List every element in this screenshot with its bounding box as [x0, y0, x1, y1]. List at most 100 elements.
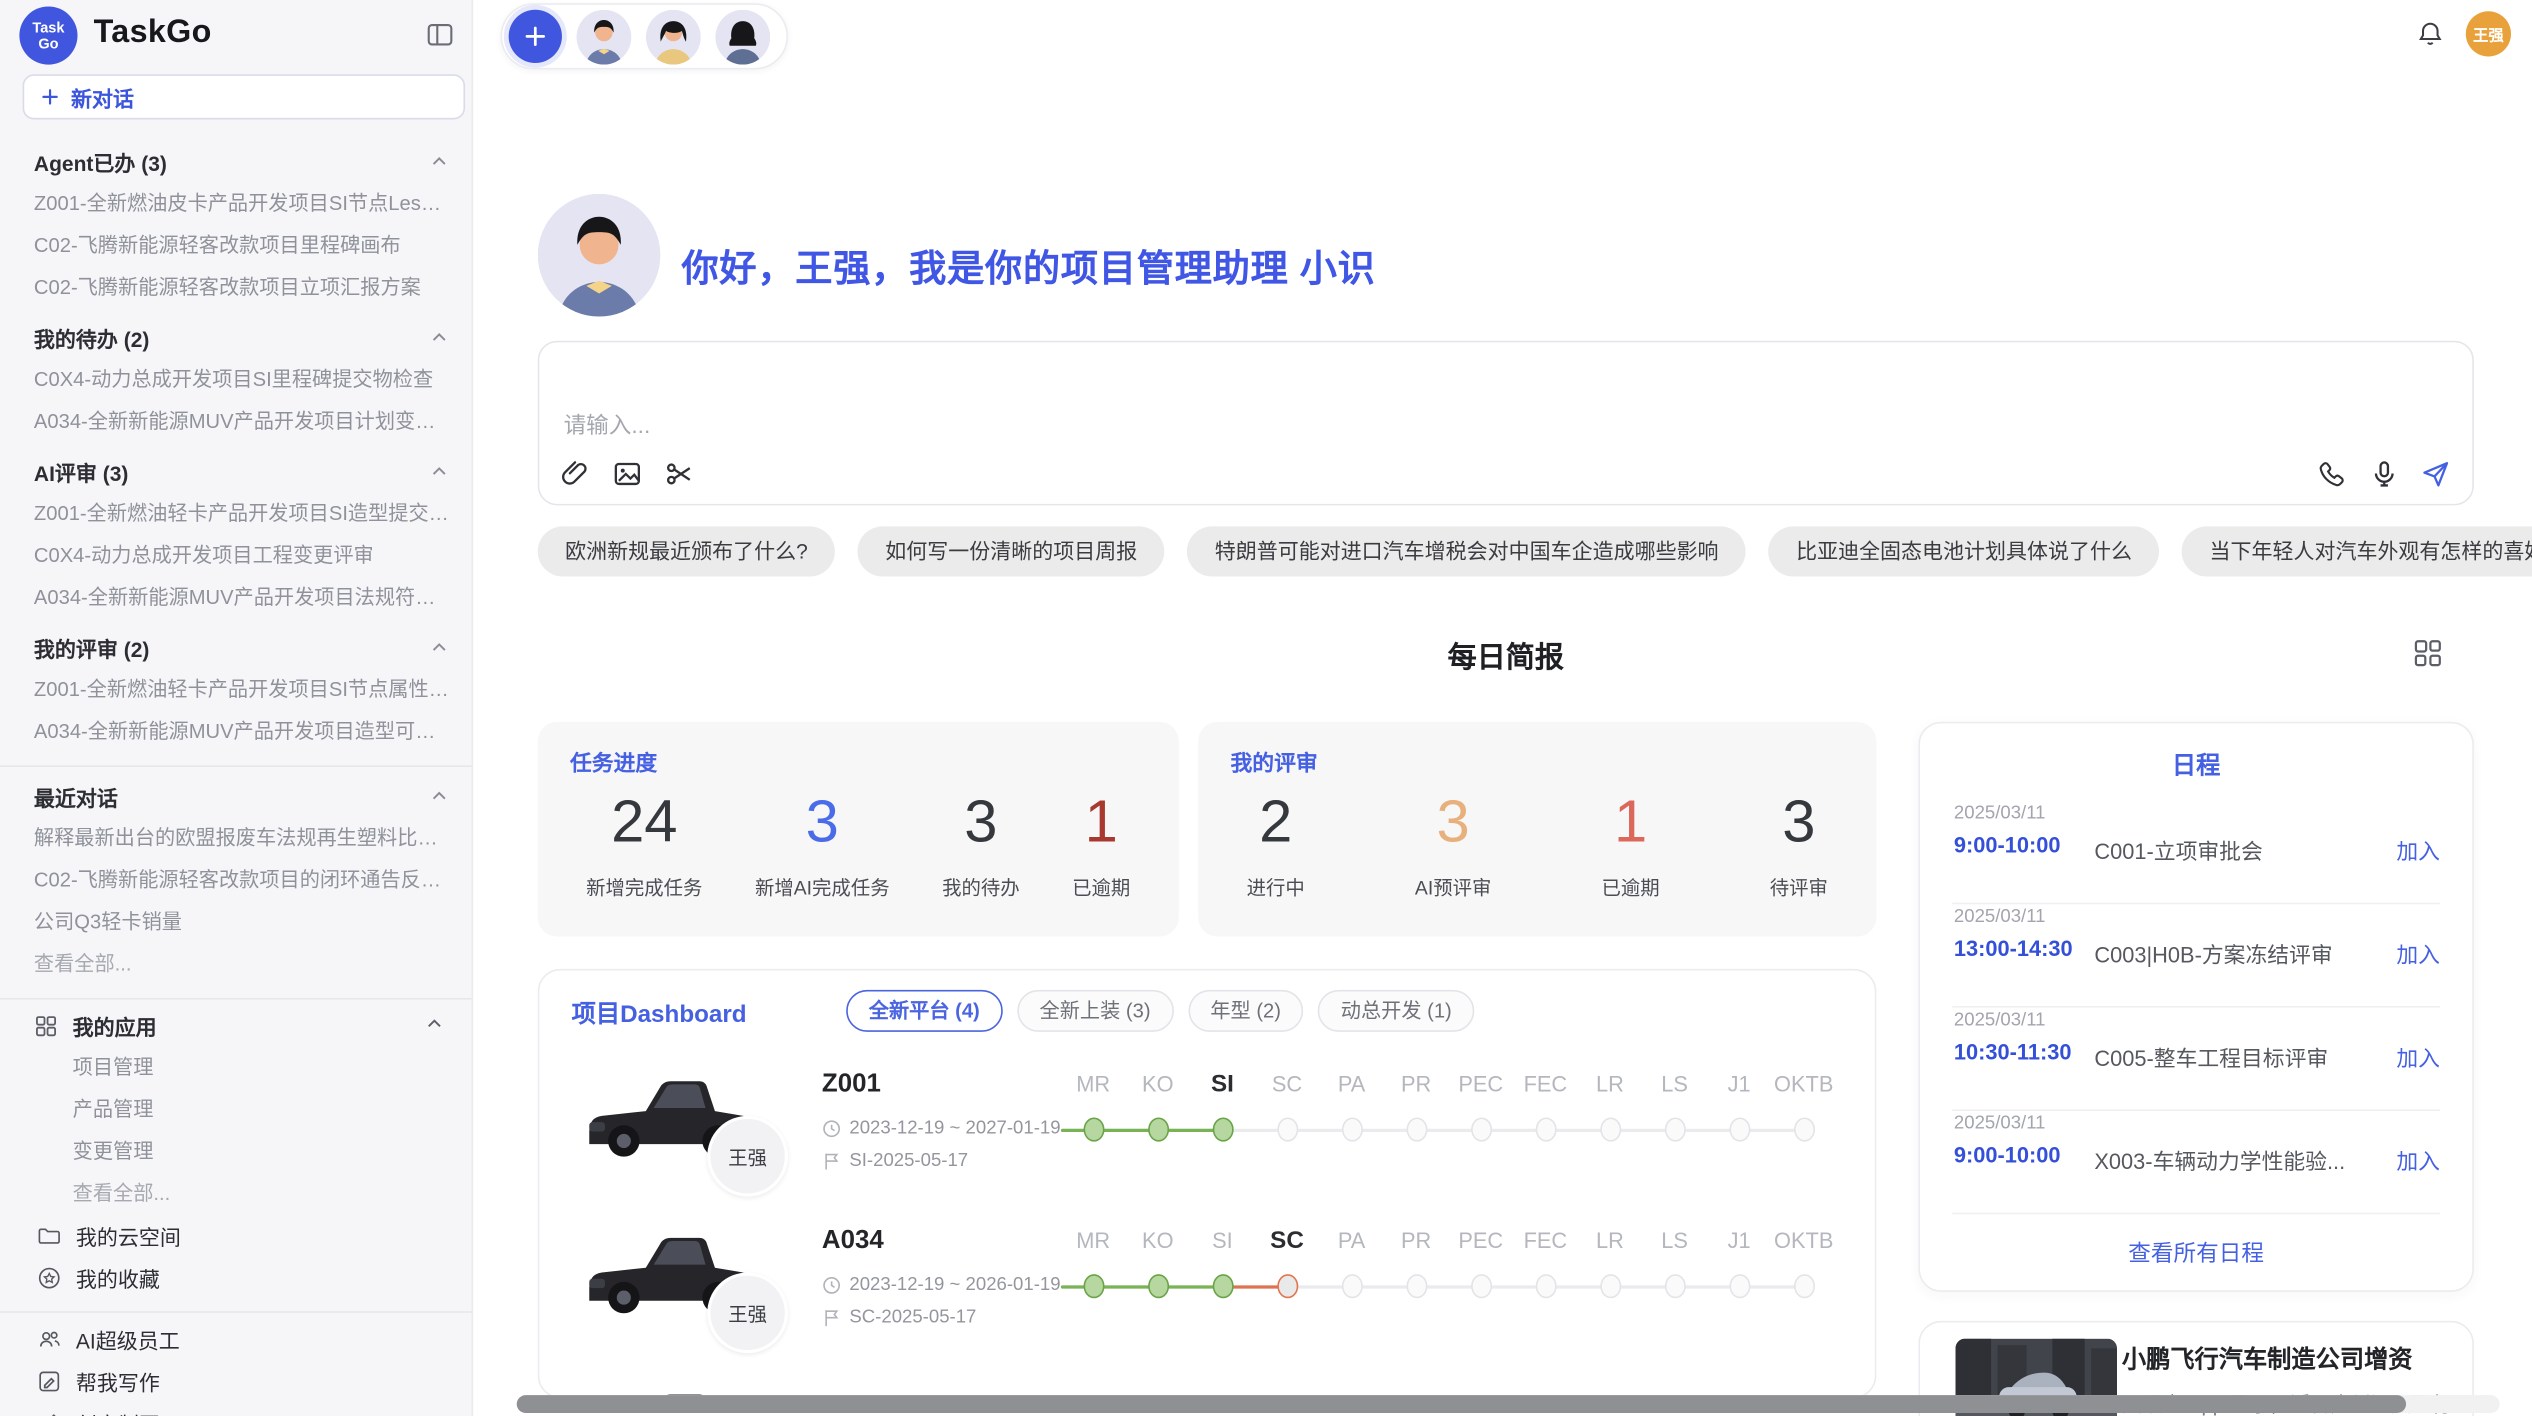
recent-chat-item[interactable]: C02-飞腾新能源轻客改款项目的闭环通告反馈情况	[0, 859, 472, 901]
new-agent-button[interactable]	[509, 10, 562, 63]
grid-icon	[34, 1013, 58, 1037]
milestone-node[interactable]	[1341, 1274, 1362, 1298]
milestone-label: PA	[1319, 1067, 1384, 1103]
clock-icon	[822, 1276, 841, 1295]
chevron-up-icon[interactable]	[430, 786, 449, 805]
sidebar-item[interactable]: C0X4-动力总成开发项目SI里程碑提交物检查	[0, 358, 472, 400]
join-button[interactable]: 加入	[2396, 1143, 2440, 1175]
milestone-node[interactable]	[1147, 1117, 1168, 1141]
chat-input[interactable]: 请输入...	[538, 341, 2474, 506]
milestone-label: PA	[1319, 1224, 1384, 1260]
project-row[interactable]: 王强A0342023-12-19 ~ 2026-01-19SC-2025-05-…	[539, 1211, 1874, 1368]
horizontal-scrollbar-thumb[interactable]	[517, 1395, 2406, 1413]
sidebar-item-cloud-space[interactable]: 我的云空间	[0, 1214, 472, 1256]
sidebar-tool-item[interactable]: 创意制图	[0, 1402, 472, 1416]
milestone-node[interactable]	[1083, 1117, 1104, 1141]
suggestion-chip[interactable]: 比亚迪全固态电池计划具体说了什么	[1769, 526, 2160, 576]
dashboard-tab[interactable]: 动总开发 (1)	[1318, 990, 1474, 1032]
dashboard-tab[interactable]: 全新上装 (3)	[1017, 990, 1173, 1032]
recent-chat-item[interactable]: 公司Q3轻卡销量	[0, 901, 472, 943]
milestone-node[interactable]	[1729, 1274, 1750, 1298]
female-avatar-1[interactable]	[646, 9, 701, 64]
milestone-node[interactable]	[1406, 1117, 1427, 1141]
divider	[1952, 1213, 2440, 1215]
join-button[interactable]: 加入	[2396, 833, 2440, 865]
chevron-up-icon[interactable]	[430, 152, 449, 171]
milestone-node[interactable]	[1083, 1274, 1104, 1298]
milestone-node[interactable]	[1599, 1274, 1620, 1298]
apps-view-all[interactable]: 查看全部...	[0, 1172, 472, 1214]
collapse-sidebar-icon[interactable]	[426, 21, 453, 48]
milestone-node[interactable]	[1599, 1117, 1620, 1141]
dashboard-tab[interactable]: 全新平台 (4)	[846, 990, 1002, 1032]
attachment-icon[interactable]	[560, 459, 591, 490]
milestone-node[interactable]	[1535, 1117, 1556, 1141]
milestone-node[interactable]	[1406, 1274, 1427, 1298]
notification-bell-icon[interactable]	[2416, 19, 2445, 48]
male-avatar[interactable]	[576, 9, 631, 64]
chevron-up-icon[interactable]	[430, 328, 449, 347]
new-chat-button[interactable]: 新对话	[23, 74, 465, 119]
join-button[interactable]: 加入	[2396, 937, 2440, 969]
milestone-node[interactable]	[1147, 1274, 1168, 1298]
stat-label: 新增AI完成任务	[755, 874, 890, 901]
milestone-node[interactable]	[1341, 1117, 1362, 1141]
project-row[interactable]: 王强Z0012023-12-19 ~ 2027-01-19SI-2025-05-…	[539, 1054, 1874, 1211]
phone-icon[interactable]	[2317, 459, 2348, 490]
sidebar-item[interactable]: Z001-全新燃油轻卡产品开发项目SI节点属性5D文件评审	[0, 669, 472, 711]
suggestion-chip[interactable]: 欧洲新规最近颁布了什么?	[538, 526, 836, 576]
view-all-schedule-link[interactable]: 查看所有日程	[1920, 1237, 2472, 1269]
sidebar-item[interactable]: A034-全新新能源MUV产品开发项目计划变更表编写	[0, 400, 472, 442]
dashboard-tab[interactable]: 年型 (2)	[1188, 990, 1304, 1032]
female-avatar-2[interactable]	[715, 9, 770, 64]
milestone-node[interactable]	[1535, 1274, 1556, 1298]
sidebar-tool-item[interactable]: AI超级员工	[0, 1318, 472, 1360]
suggestion-chip[interactable]: 特朗普可能对进口汽车增税会对中国车企造成哪些影响	[1187, 526, 1746, 576]
milestone-node[interactable]	[1212, 1117, 1233, 1141]
milestone-node[interactable]	[1729, 1117, 1750, 1141]
app-item[interactable]: 产品管理	[0, 1088, 472, 1130]
recent-chat-item[interactable]: 解释最新出台的欧盟报废车法规再生塑料比例被调至15%...	[0, 817, 472, 859]
sidebar-item-favorites[interactable]: 我的收藏	[0, 1256, 472, 1298]
sidebar-item[interactable]: Z001-全新燃油轻卡产品开发项目SI造型提交物评审	[0, 493, 472, 535]
milestone-node[interactable]	[1793, 1117, 1814, 1141]
sidebar-item[interactable]: A034-全新新能源MUV产品开发项目造型可行性评审	[0, 711, 472, 753]
chevron-up-icon[interactable]	[430, 638, 449, 657]
user-avatar[interactable]: 王强	[2466, 11, 2511, 56]
join-button[interactable]: 加入	[2396, 1040, 2440, 1072]
send-icon[interactable]	[2421, 459, 2452, 490]
sidebar-section-title: Agent已办 (3)	[34, 146, 430, 177]
project-dashboard-card: 项目Dashboard 全新平台 (4)全新上装 (3)年型 (2)动总开发 (…	[538, 969, 1877, 1399]
milestone-node[interactable]	[1470, 1274, 1491, 1298]
app-logo: Task Go	[19, 6, 77, 64]
milestone-node[interactable]	[1470, 1117, 1491, 1141]
schedule-events: 2025/03/119:00-10:00C001-立项审批会加入2025/03/…	[1920, 801, 2472, 1214]
sidebar-item[interactable]: C0X4-动力总成开发项目工程变更评审	[0, 534, 472, 576]
app-item[interactable]: 项目管理	[0, 1046, 472, 1088]
recent-view-all[interactable]: 查看全部...	[0, 943, 472, 985]
milestone-node[interactable]	[1664, 1274, 1685, 1298]
chevron-up-icon[interactable]	[430, 462, 449, 481]
scissors-icon[interactable]	[664, 459, 695, 490]
suggestion-chip[interactable]: 当下年轻人对汽车外观有怎样的喜好趋势	[2182, 526, 2532, 576]
microphone-icon[interactable]	[2369, 459, 2400, 490]
sidebar-item-my-apps[interactable]: 我的应用	[0, 1004, 472, 1046]
chevron-up-icon[interactable]	[425, 1013, 449, 1037]
milestone-timeline: MRKOSISCPAPRPECFECLRLSJ1OKTB	[1061, 1067, 1836, 1146]
suggestion-chip[interactable]: 如何写一份清晰的项目周报	[858, 526, 1165, 576]
sidebar-item[interactable]: C02-飞腾新能源轻客改款项目里程碑画布	[0, 224, 472, 266]
image-icon[interactable]	[612, 459, 643, 490]
input-right-icons	[2317, 459, 2451, 490]
sidebar-item[interactable]: C02-飞腾新能源轻客改款项目立项汇报方案	[0, 266, 472, 308]
app-item[interactable]: 变更管理	[0, 1130, 472, 1172]
milestone-node[interactable]	[1276, 1117, 1297, 1141]
milestone-node[interactable]	[1212, 1274, 1233, 1298]
milestone-node[interactable]	[1664, 1117, 1685, 1141]
sidebar-tool-item[interactable]: 帮我写作	[0, 1360, 472, 1402]
milestone-node[interactable]	[1793, 1274, 1814, 1298]
layout-toggle-icon[interactable]	[2413, 638, 2444, 669]
milestone-node[interactable]	[1276, 1274, 1297, 1298]
sidebar-item[interactable]: Z001-全新燃油皮卡产品开发项目SI节点Lesson Learn报告	[0, 182, 472, 224]
sidebar-tool-label: 创意制图	[76, 1407, 160, 1416]
sidebar-item[interactable]: A034-全新新能源MUV产品开发项目法规符合性评审	[0, 576, 472, 618]
